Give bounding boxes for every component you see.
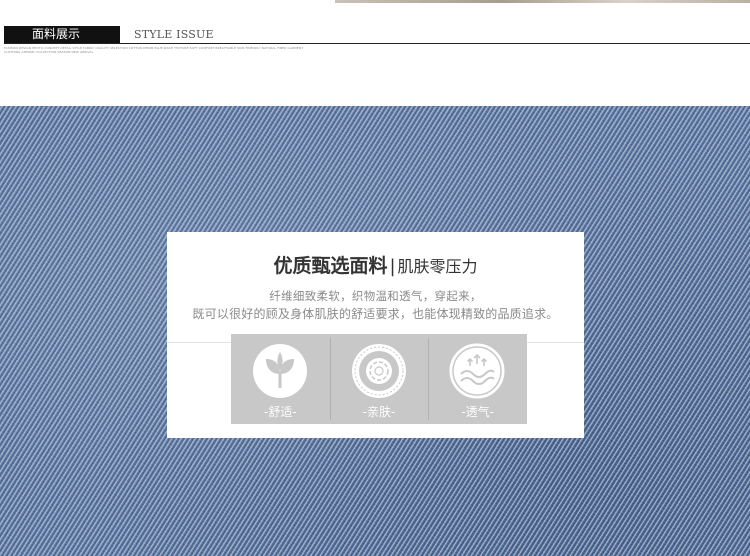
top-photo-edge xyxy=(335,0,750,3)
card-description-line-1: 纤维细致柔软，织物温和透气，穿起来， xyxy=(269,289,482,303)
feature-comfort: -舒适- xyxy=(231,334,330,424)
feature-label-breathable: -透气- xyxy=(461,405,495,419)
card-title-separator: | xyxy=(389,256,396,277)
feature-panel: -舒适- -亲肤- -透气- xyxy=(231,334,527,424)
feature-label-skin-friendly: -亲肤- xyxy=(362,405,396,419)
fabric-info-card: 优质甄选面料 | 肌肤零压力 纤维细致柔软，织物温和透气，穿起来， 既可以很好的顾及… xyxy=(167,232,584,438)
section-title-cn: 面料展示 xyxy=(4,26,120,43)
feature-breathable: -透气- xyxy=(428,334,527,424)
card-title: 优质甄选面料 | 肌肤零压力 xyxy=(167,254,584,279)
feature-skin-friendly: -亲肤- xyxy=(329,334,429,424)
airflow-icon xyxy=(449,343,505,399)
header-divider xyxy=(4,43,750,44)
card-title-main: 优质甄选面料 xyxy=(273,255,388,277)
card-title-sub: 肌肤零压力 xyxy=(397,257,478,276)
header-fine-print: FASHION DESIGN PHOTO CONCEPT DETAIL STYL… xyxy=(4,46,304,55)
card-description-line-2: 既可以很好的顾及身体肌肤的舒适要求，也能体现精致的品质追求。 xyxy=(192,307,559,321)
cotton-badge-icon xyxy=(351,344,406,398)
section-header: 面料展示 STYLE ISSUE xyxy=(0,26,750,44)
leaf-icon xyxy=(253,344,307,398)
feature-label-comfort: -舒适- xyxy=(264,405,297,419)
section-title-en: STYLE ISSUE xyxy=(134,28,214,41)
